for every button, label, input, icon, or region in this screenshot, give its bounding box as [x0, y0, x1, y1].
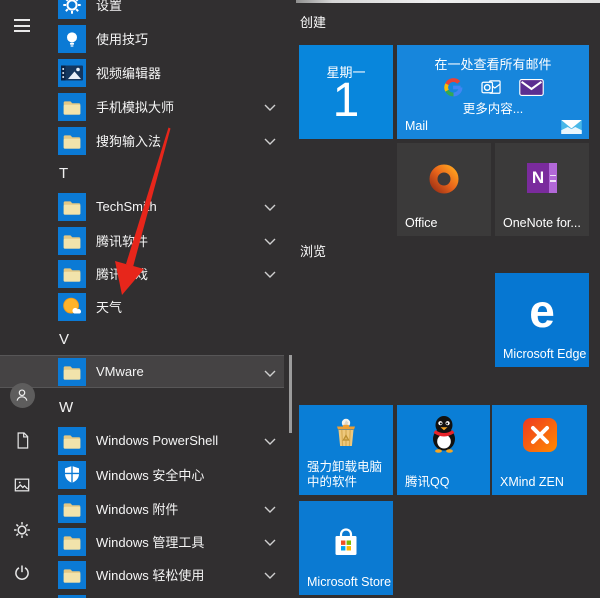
store-bag-icon	[329, 527, 363, 559]
tile-mail[interactable]: 在一处查看所有邮件	[397, 45, 589, 139]
qq-penguin-icon	[428, 414, 460, 454]
mail-envelope-icon	[561, 120, 582, 134]
outlook-icon	[480, 78, 503, 97]
tile-xmind[interactable]: XMind ZEN	[492, 405, 587, 495]
tile-onenote[interactable]: N OneNote for...	[495, 143, 589, 236]
folder-icon	[58, 595, 86, 598]
user-account-button[interactable]	[9, 382, 35, 408]
tile-uninstaller[interactable]: 强力卸载电脑中的软件	[299, 405, 393, 495]
chevron-down-icon[interactable]	[264, 104, 276, 111]
chevron-down-icon[interactable]	[264, 271, 276, 278]
tile-store[interactable]: Microsoft Store	[299, 501, 393, 595]
lightbulb-icon	[58, 25, 86, 53]
tile-label: 腾讯QQ	[405, 475, 449, 490]
chevron-down-icon[interactable]	[264, 539, 276, 546]
chevron-down-icon[interactable]	[264, 506, 276, 513]
folder-icon	[58, 260, 86, 288]
documents-button[interactable]	[9, 427, 35, 453]
app-label: 天气	[96, 297, 122, 316]
pictures-icon	[12, 475, 32, 495]
weather-icon	[58, 293, 86, 321]
onenote-icon: N	[527, 163, 557, 193]
tile-group-header-create[interactable]: 创建	[300, 12, 326, 31]
power-icon	[12, 563, 32, 583]
folder-icon	[58, 427, 86, 455]
pictures-button[interactable]	[9, 472, 35, 498]
folder-icon	[58, 495, 86, 523]
tile-label: XMind ZEN	[500, 475, 564, 490]
mail-headline: 在一处查看所有邮件	[397, 54, 589, 73]
tile-group-header-browse[interactable]: 浏览	[300, 241, 326, 260]
edge-icon: e	[495, 281, 589, 341]
mail-more-text: 更多内容...	[397, 98, 589, 117]
chevron-down-icon[interactable]	[264, 572, 276, 579]
tile-qq[interactable]: 腾讯QQ	[397, 405, 490, 495]
trash-uninstall-icon	[330, 416, 362, 450]
folder-icon	[58, 93, 86, 121]
gear-icon	[58, 0, 86, 19]
app-label: 使用技巧	[96, 29, 148, 48]
envelope-purple-icon	[519, 79, 544, 96]
google-icon	[443, 77, 464, 98]
document-icon	[13, 430, 32, 451]
app-label: 手机模拟大师	[96, 97, 174, 116]
app-label: Windows PowerShell	[96, 433, 218, 448]
folder-icon	[58, 561, 86, 589]
folder-icon	[58, 358, 86, 386]
nav-rail	[0, 0, 48, 598]
folder-icon	[58, 528, 86, 556]
tile-label: 强力卸载电脑中的软件	[307, 460, 393, 490]
app-label: Windows 附件	[96, 499, 178, 518]
folder-icon	[58, 193, 86, 221]
tile-label: OneNote for...	[503, 216, 581, 231]
app-label: 设置	[96, 0, 122, 14]
shield-icon	[58, 461, 86, 489]
app-label: 腾讯游戏	[96, 264, 148, 283]
chevron-down-icon[interactable]	[264, 138, 276, 145]
power-button[interactable]	[9, 560, 35, 586]
tile-label: Microsoft Edge	[503, 347, 586, 362]
folder-icon	[58, 227, 86, 255]
settings-button[interactable]	[9, 517, 35, 543]
tile-edge[interactable]: e Microsoft Edge	[495, 273, 589, 367]
hamburger-menu-icon[interactable]	[14, 19, 30, 32]
xmind-icon	[523, 418, 557, 452]
app-label: Windows 轻松使用	[96, 565, 204, 584]
gear-icon	[12, 520, 32, 540]
app-list-scrollbar[interactable]	[289, 355, 292, 433]
tile-label: Mail	[405, 119, 428, 134]
chevron-down-icon[interactable]	[264, 238, 276, 245]
app-label: Windows 管理工具	[96, 532, 204, 551]
tiles-area: 创建 星期一 1 在一处查看所有邮件	[296, 0, 600, 598]
start-menu: 设置 使用技巧 视频编辑器	[0, 0, 600, 598]
office-icon	[428, 163, 460, 195]
app-label: 腾讯软件	[96, 231, 148, 250]
video-editor-icon	[58, 59, 86, 87]
calendar-day: 1	[299, 75, 393, 127]
tile-label: Microsoft Store	[307, 575, 391, 590]
chevron-down-icon[interactable]	[264, 204, 276, 211]
tile-label: Office	[405, 216, 437, 231]
tile-office[interactable]: Office	[397, 143, 491, 236]
app-label: 视频编辑器	[96, 63, 161, 82]
app-label: 搜狗输入法	[96, 131, 161, 150]
tile-calendar[interactable]: 星期一 1	[299, 45, 393, 139]
folder-icon	[58, 127, 86, 155]
chevron-down-icon[interactable]	[264, 438, 276, 445]
avatar	[10, 383, 35, 408]
app-label: TechSmith	[96, 199, 157, 214]
chevron-down-icon[interactable]	[264, 370, 276, 377]
app-label: VMware	[96, 364, 144, 379]
app-label: Windows 安全中心	[96, 465, 204, 484]
